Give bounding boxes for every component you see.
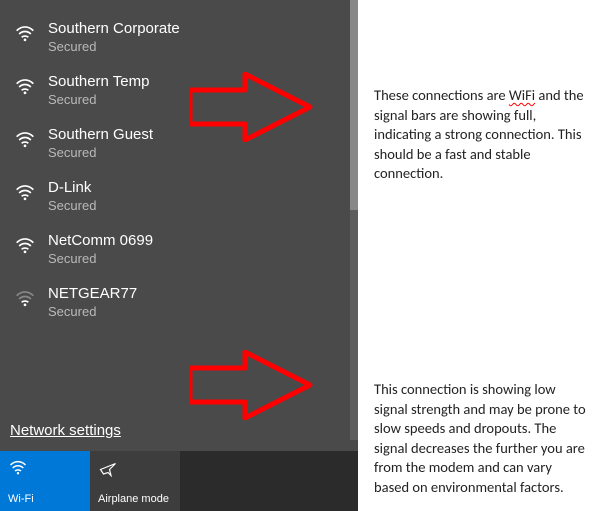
network-name: Southern Temp (48, 73, 149, 92)
scrollbar-track[interactable] (350, 0, 358, 440)
network-name: NETGEAR77 (48, 285, 137, 304)
network-item[interactable]: NETGEAR77 Secured (0, 279, 358, 332)
network-status: Secured (48, 145, 153, 161)
annotation-arrow-bottom (190, 350, 320, 420)
network-status: Secured (48, 39, 180, 55)
network-name: D-Link (48, 179, 96, 198)
network-item[interactable]: Southern Temp Secured (0, 67, 358, 120)
wifi-toggle-label: Wi-Fi (8, 493, 34, 505)
network-status: Secured (48, 92, 149, 108)
network-settings-link[interactable]: Network settings (10, 422, 121, 439)
network-status: Secured (48, 198, 96, 214)
quick-actions-bar: Wi-Fi Airplane mode (0, 451, 358, 511)
network-name: Southern Guest (48, 126, 153, 145)
network-status: Secured (48, 251, 153, 267)
airplane-mode-toggle[interactable]: Airplane mode (90, 451, 180, 511)
wifi-signal-full-icon (14, 232, 42, 261)
scrollbar-thumb[interactable] (350, 0, 358, 210)
wifi-signal-full-icon (14, 179, 42, 208)
spellcheck-squiggle: WiFi (509, 86, 535, 104)
available-networks-list: Southern Corporate Secured Southern Temp (0, 0, 358, 332)
wifi-signal-full-icon (14, 73, 42, 102)
annotation-text-top: These connections are WiFi and the signa… (374, 86, 592, 184)
wifi-toggle[interactable]: Wi-Fi (0, 451, 90, 511)
wifi-signal-low-icon (14, 285, 42, 314)
network-item[interactable]: Southern Guest Secured (0, 120, 358, 173)
network-item[interactable]: Southern Corporate Secured (0, 14, 358, 67)
network-status: Secured (48, 304, 137, 320)
network-item[interactable]: NetComm 0699 Secured (0, 226, 358, 279)
network-item[interactable]: D-Link Secured (0, 173, 358, 226)
wifi-signal-full-icon (14, 20, 42, 49)
airplane-icon (98, 459, 118, 480)
annotation-area: These connections are WiFi and the signa… (358, 0, 596, 511)
airplane-mode-toggle-label: Airplane mode (98, 493, 169, 505)
wifi-signal-full-icon (14, 126, 42, 155)
annotation-text-bottom: This connection is showing low signal st… (374, 380, 592, 497)
network-name: Southern Corporate (48, 20, 180, 39)
network-flyout-panel: Southern Corporate Secured Southern Temp (0, 0, 358, 511)
network-name: NetComm 0699 (48, 232, 153, 251)
wifi-icon (8, 459, 28, 480)
